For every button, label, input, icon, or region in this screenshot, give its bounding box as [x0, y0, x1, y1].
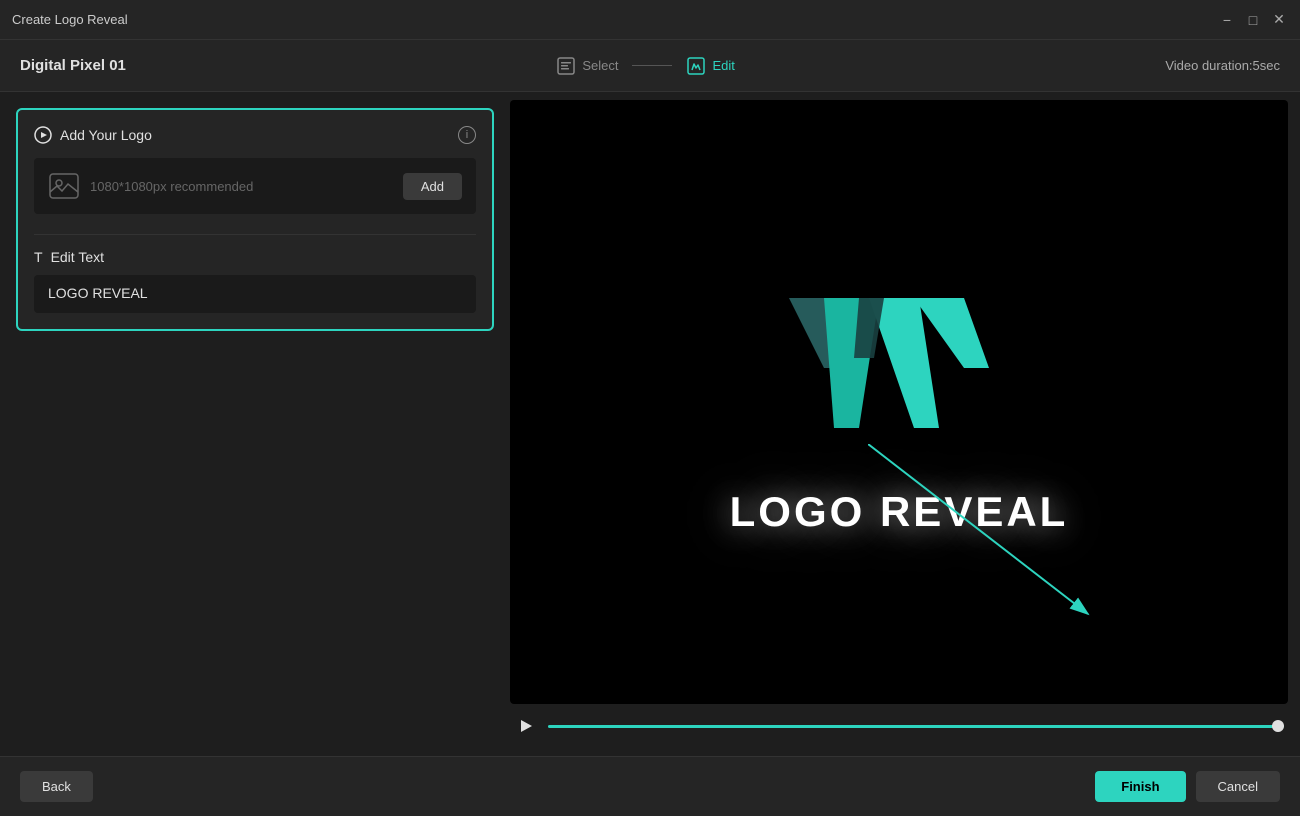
minimize-button[interactable]: −: [1218, 11, 1236, 29]
timeline-track[interactable]: [548, 725, 1284, 728]
preview-canvas: LOGO REVEAL: [510, 100, 1288, 704]
window-title: Create Logo Reveal: [12, 12, 128, 27]
preview-logo-text: LOGO REVEAL: [730, 488, 1069, 536]
add-logo-button[interactable]: Add: [403, 173, 462, 200]
add-logo-section-header: Add Your Logo i: [34, 126, 476, 144]
close-button[interactable]: ✕: [1270, 11, 1288, 29]
step-select-label: Select: [582, 58, 618, 73]
steps-indicator: Select Edit: [556, 56, 735, 76]
timeline-thumb[interactable]: [1272, 720, 1284, 732]
add-logo-title: Add Your Logo: [34, 126, 152, 144]
upload-area: 1080*1080px recommended Add: [34, 158, 476, 214]
left-panel: Add Your Logo i 1080*1080px recommended …: [0, 92, 510, 756]
edit-text-header: T Edit Text: [34, 249, 476, 265]
logo-display: [769, 268, 1029, 468]
titlebar: Create Logo Reveal − □ ✕: [0, 0, 1300, 40]
step-select: Select: [556, 56, 618, 76]
text-format-icon: T: [34, 249, 43, 265]
cancel-button[interactable]: Cancel: [1196, 771, 1280, 802]
upload-hint: 1080*1080px recommended: [90, 179, 393, 194]
step-select-icon: [556, 56, 576, 76]
logo-text-value: LOGO REVEAL: [48, 285, 148, 301]
video-duration: Video duration:5sec: [1165, 58, 1280, 73]
info-icon[interactable]: i: [458, 126, 476, 144]
back-button[interactable]: Back: [20, 771, 93, 802]
panel-card: Add Your Logo i 1080*1080px recommended …: [16, 108, 494, 331]
step-connector: [632, 65, 672, 66]
right-panel: LOGO REVEAL: [510, 92, 1300, 756]
header-bar: Digital Pixel 01 Select: [0, 40, 1300, 92]
image-placeholder-icon: [48, 170, 80, 202]
play-button[interactable]: [514, 714, 538, 738]
footer-right: Finish Cancel: [1095, 771, 1280, 802]
body-area: Add Your Logo i 1080*1080px recommended …: [0, 92, 1300, 756]
finish-button[interactable]: Finish: [1095, 771, 1185, 802]
timeline-bar: [510, 704, 1288, 748]
restore-button[interactable]: □: [1244, 11, 1262, 29]
text-input-area[interactable]: LOGO REVEAL: [34, 275, 476, 313]
section-divider: [34, 234, 476, 235]
window-controls: − □ ✕: [1218, 11, 1288, 29]
project-title: Digital Pixel 01: [20, 57, 126, 74]
preview-container: LOGO REVEAL: [510, 100, 1288, 704]
step-edit-icon: [686, 56, 706, 76]
step-edit: Edit: [686, 56, 734, 76]
main-content: Digital Pixel 01 Select: [0, 40, 1300, 816]
step-edit-label: Edit: [712, 58, 734, 73]
play-circle-icon: [34, 126, 52, 144]
footer: Back Finish Cancel: [0, 756, 1300, 816]
